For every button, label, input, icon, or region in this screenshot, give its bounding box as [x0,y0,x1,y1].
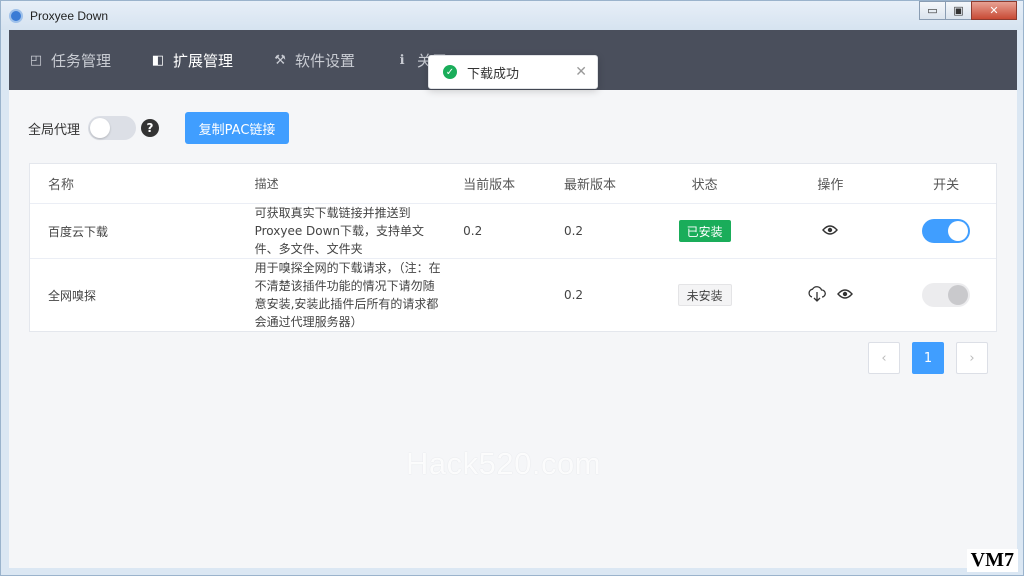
app-logo-icon [9,8,23,23]
table-header: 名称 描述 当前版本 最新版本 状态 操作 开关 [30,164,996,204]
status-badge: 未安装 [677,284,732,306]
table-row: 百度云下载 可获取真实下载链接并推送到Proxyee Down下载，支持单文件、… [30,204,996,259]
watermark: Hack520.com [406,446,602,481]
switch-knob [948,285,969,305]
info-icon: ℹ [399,52,405,68]
corner-logo: VM7 [966,549,1018,572]
next-page-button[interactable]: › [956,342,988,374]
nav-label: 任务管理 [51,51,112,70]
view-icon[interactable] [822,224,839,239]
help-icon[interactable]: ? [141,119,160,137]
settings-icon: ⚒ [274,52,286,68]
latest-version: 0.2 [563,224,584,238]
view-icon[interactable] [837,288,854,303]
toast-message: 下载成功 [467,66,520,82]
nav-item-tasks[interactable]: ◰ 任务管理 [9,30,131,90]
extension-description: 可获取真实下载链接并推送到Proxyee Down下载，支持单文件、多文件、文件… [254,206,425,256]
close-button[interactable]: ✕ [971,1,1017,20]
global-proxy-label: 全局代理 [28,122,81,138]
nav-item-extensions[interactable]: ◧ 扩展管理 [131,30,253,90]
window-title: Proxyee Down [30,8,109,23]
actions-cell [765,285,897,305]
switch-knob [948,221,969,241]
col-header-description: 描述 [254,176,279,191]
prev-page-button[interactable]: ‹ [868,342,900,374]
extension-enable-switch[interactable] [922,219,971,243]
cloud-download-icon[interactable] [807,285,827,305]
extension-enable-switch[interactable] [922,283,971,307]
col-header-name: 名称 [48,178,75,193]
nav-label: 扩展管理 [173,51,234,70]
global-proxy-switch[interactable] [88,116,137,140]
switch-cell [896,283,996,307]
switch-knob [90,118,111,138]
task-icon: ◰ [29,52,43,68]
maximize-button[interactable]: ▣ [945,1,972,20]
success-toast: ✓ 下载成功 ✕ [428,55,598,89]
latest-version: 0.2 [563,288,584,302]
window-controls: ▭ ▣ ✕ [919,1,1017,20]
extension-name: 百度云下载 [48,224,109,239]
proxy-settings-row: 全局代理 ? 复制PAC链接 [28,112,290,144]
extension-description: 用于嗅探全网的下载请求，（注：在不清楚该插件功能的情况下请勿随意安装,安装此插件… [254,261,441,329]
table-row: 全网嗅探 用于嗅探全网的下载请求，（注：在不清楚该插件功能的情况下请勿随意安装,… [30,259,996,331]
nav-label: 软件设置 [295,51,356,70]
title-bar[interactable]: Proxyee Down ▭ ▣ ✕ [1,1,1023,30]
col-header-current-version: 当前版本 [463,178,516,193]
col-header-switch: 开关 [933,178,960,193]
extension-name: 全网嗅探 [48,288,97,303]
status-badge: 已安装 [678,220,731,242]
actions-cell [765,224,897,239]
copy-pac-link-button[interactable]: 复制PAC链接 [185,112,290,144]
app-window: Proxyee Down ▭ ▣ ✕ ◰ 任务管理 ◧ 扩展管理 ⚒ 软件设置 … [0,0,1024,576]
extension-icon: ◧ [151,52,165,68]
current-version: 0.2 [463,224,483,238]
switch-cell [896,219,996,243]
col-header-status: 状态 [691,178,718,193]
extensions-table: 名称 描述 当前版本 最新版本 状态 操作 开关 百度云下载 可获取真实下载链接… [29,163,997,332]
pagination: ‹ 1 › [868,342,988,374]
close-icon[interactable]: ✕ [575,64,587,80]
nav-item-settings[interactable]: ⚒ 软件设置 [253,30,375,90]
col-header-latest-version: 最新版本 [563,178,616,193]
page-number-button[interactable]: 1 [912,342,944,374]
main-content: 全局代理 ? 复制PAC链接 名称 描述 当前版本 最新版本 状态 操作 开关 … [9,90,1017,568]
status-cell: 未安装 [645,284,765,306]
success-check-icon: ✓ [443,65,457,79]
minimize-button[interactable]: ▭ [919,1,946,20]
status-cell: 已安装 [645,220,765,242]
col-header-actions: 操作 [817,178,844,193]
